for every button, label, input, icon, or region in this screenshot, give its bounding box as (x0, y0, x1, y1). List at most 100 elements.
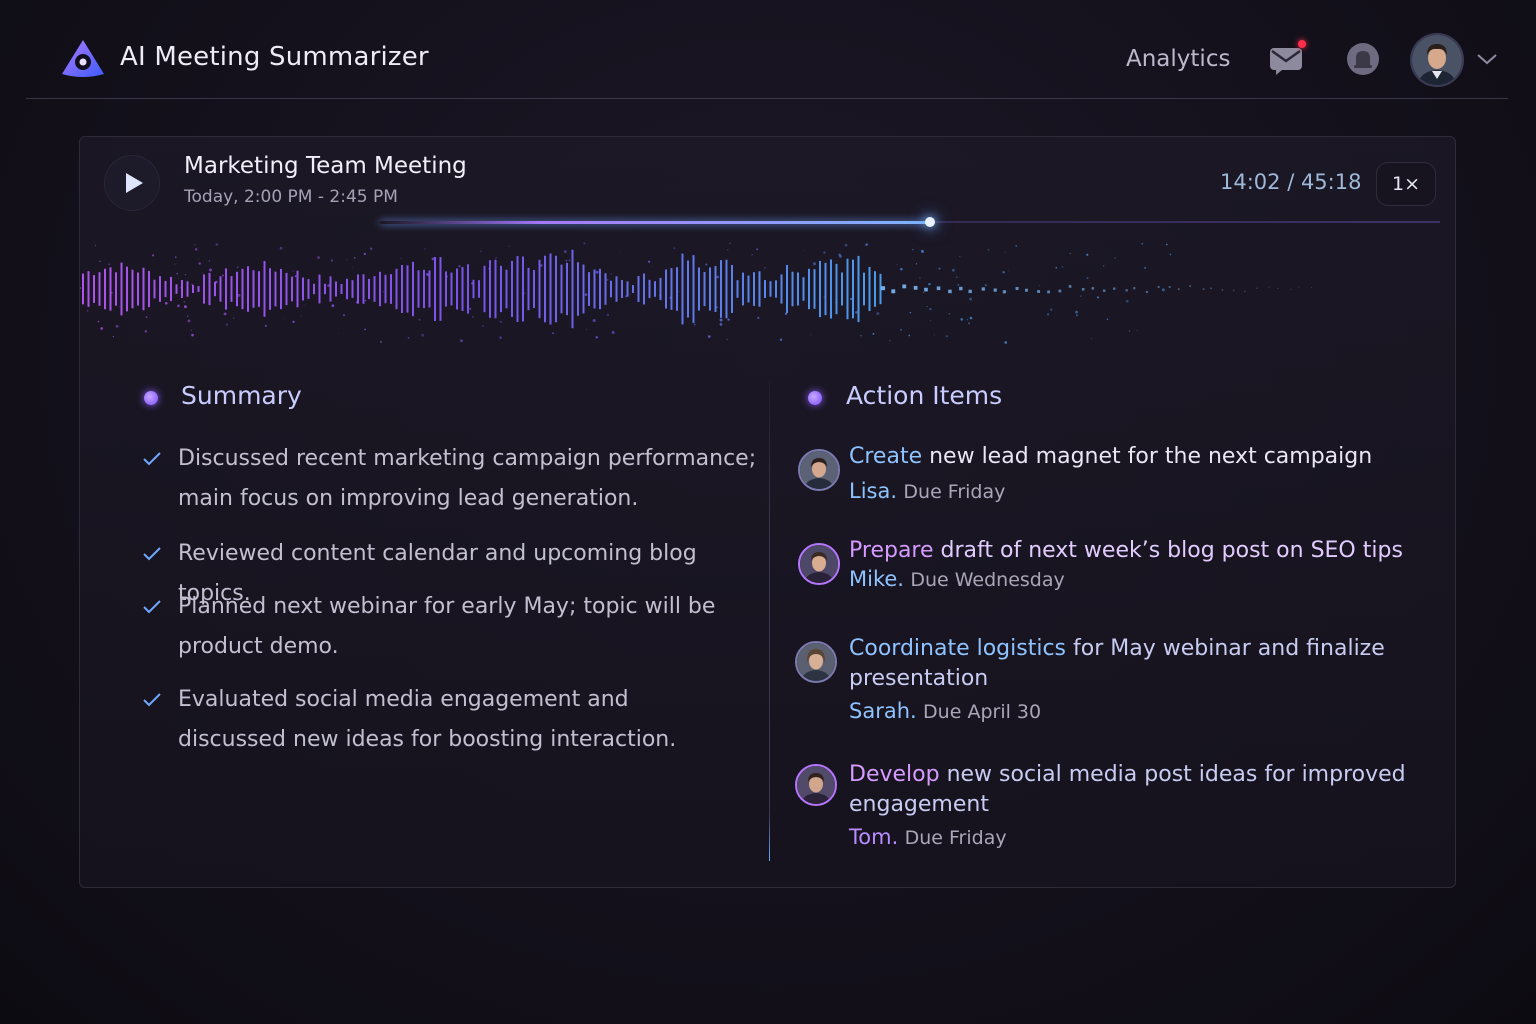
waveform-bar (544, 255, 546, 323)
assignee-name: Lisa. (849, 479, 898, 503)
waveform-bar (626, 281, 629, 297)
waveform-particle (198, 262, 201, 265)
waveform-bar (115, 272, 117, 306)
waveform-particle (896, 264, 898, 266)
waveform-bar (225, 268, 227, 310)
progress-thumb[interactable] (925, 217, 936, 227)
action-text: new lead magnet for the next campaign (922, 444, 1373, 469)
waveform-particle (1091, 338, 1093, 340)
waveform-particle (966, 319, 968, 321)
waveform-particle (1169, 253, 1172, 256)
waveform-particle (481, 325, 484, 327)
waveform-bar (120, 262, 123, 316)
due-date: Due April 30 (923, 701, 1042, 723)
nav-analytics[interactable]: Analytics (1126, 46, 1230, 72)
waveform-bar (610, 280, 612, 298)
waveform-dot (959, 286, 963, 291)
waveform-bar (197, 286, 200, 292)
waveform-particle (466, 305, 470, 308)
waveform-bar (318, 274, 321, 304)
waveform-bar (791, 271, 794, 307)
action-verb: Create (849, 444, 923, 469)
waveform-particle (215, 243, 219, 246)
waveform-particle (984, 284, 987, 287)
waveform-dot (1168, 286, 1171, 288)
waveform-bar (560, 264, 563, 314)
assignee-avatar (795, 641, 837, 683)
waveform-particle (1106, 318, 1109, 321)
app-title: AI Meeting Summarizer (120, 42, 429, 72)
waveform-particle (144, 330, 147, 333)
waveform-bar (142, 267, 145, 311)
waveform-particle (719, 323, 723, 326)
summary-bullet (144, 391, 158, 405)
waveform-bar (203, 274, 205, 304)
waveform-bar (538, 259, 541, 319)
waveform-dot (1268, 286, 1270, 288)
top-bar: AI Meeting Summarizer Analytics (26, 0, 1508, 99)
bell-icon[interactable] (1346, 42, 1380, 76)
waveform-bar (417, 270, 420, 308)
waveform-bar (478, 280, 480, 298)
waveform-bar (395, 268, 398, 310)
waveform-bar (368, 278, 370, 300)
waveform-bar (830, 259, 832, 319)
waveform-bar (82, 273, 84, 305)
waveform-dot (913, 285, 918, 290)
waveform-particle (301, 315, 302, 317)
waveform-dot (1157, 285, 1160, 288)
waveform-particle (331, 304, 335, 308)
waveform-particle (181, 292, 183, 293)
waveform-dot (891, 289, 896, 294)
user-avatar[interactable] (1410, 33, 1464, 87)
waveform-dot (1290, 288, 1292, 291)
waveform-bar (632, 285, 634, 293)
waveform-dot (1189, 285, 1192, 288)
waveform-particle (651, 266, 652, 268)
waveform-particle (1080, 295, 1082, 297)
waveform-particle (177, 277, 179, 279)
meeting-time: Today, 2:00 PM - 2:45 PM (184, 187, 398, 207)
playback-speed-button[interactable]: 1× (1376, 162, 1436, 206)
waveform-dot (1221, 289, 1224, 291)
waveform-particle (382, 291, 384, 293)
audio-waveform[interactable] (80, 233, 1455, 353)
waveform-particle (1102, 265, 1105, 267)
waveform-bar (170, 276, 172, 302)
waveform-dot (1068, 285, 1072, 288)
waveform-particle (353, 257, 356, 259)
waveform-particle (584, 293, 588, 297)
waveform-particle (499, 336, 502, 339)
waveform-particle (659, 293, 662, 295)
summary-item: Discussed recent marketing campaign perf… (178, 446, 757, 511)
waveform-bar (98, 272, 101, 306)
due-date: Due Friday (904, 827, 1007, 849)
waveform-bar (824, 262, 827, 316)
waveform-particle (330, 259, 334, 262)
waveform-dot (1232, 289, 1235, 292)
waveform-dot (1037, 290, 1041, 293)
waveform-dot (993, 288, 997, 292)
waveform-dot (1202, 288, 1205, 290)
waveform-bar (175, 284, 178, 294)
play-icon (126, 173, 143, 193)
waveform-particle (844, 243, 848, 247)
waveform-bar (434, 256, 436, 322)
waveform-dot (1277, 287, 1279, 290)
waveform-particle (625, 295, 628, 298)
waveform-bar (615, 276, 618, 302)
waveform-bar (736, 280, 739, 298)
waveform-particle (693, 323, 696, 326)
play-button[interactable] (104, 155, 160, 211)
waveform-particle (716, 275, 720, 279)
waveform-bar (659, 277, 662, 301)
waveform-bar (351, 280, 354, 298)
waveform-particle (469, 307, 472, 310)
waveform-particle (446, 275, 448, 278)
mail-icon[interactable] (1268, 44, 1304, 76)
waveform-particle (471, 282, 474, 285)
waveform-particle (279, 246, 283, 250)
waveform-particle (912, 248, 914, 251)
waveform-particle (480, 250, 482, 253)
chevron-down-icon[interactable] (1476, 52, 1498, 66)
